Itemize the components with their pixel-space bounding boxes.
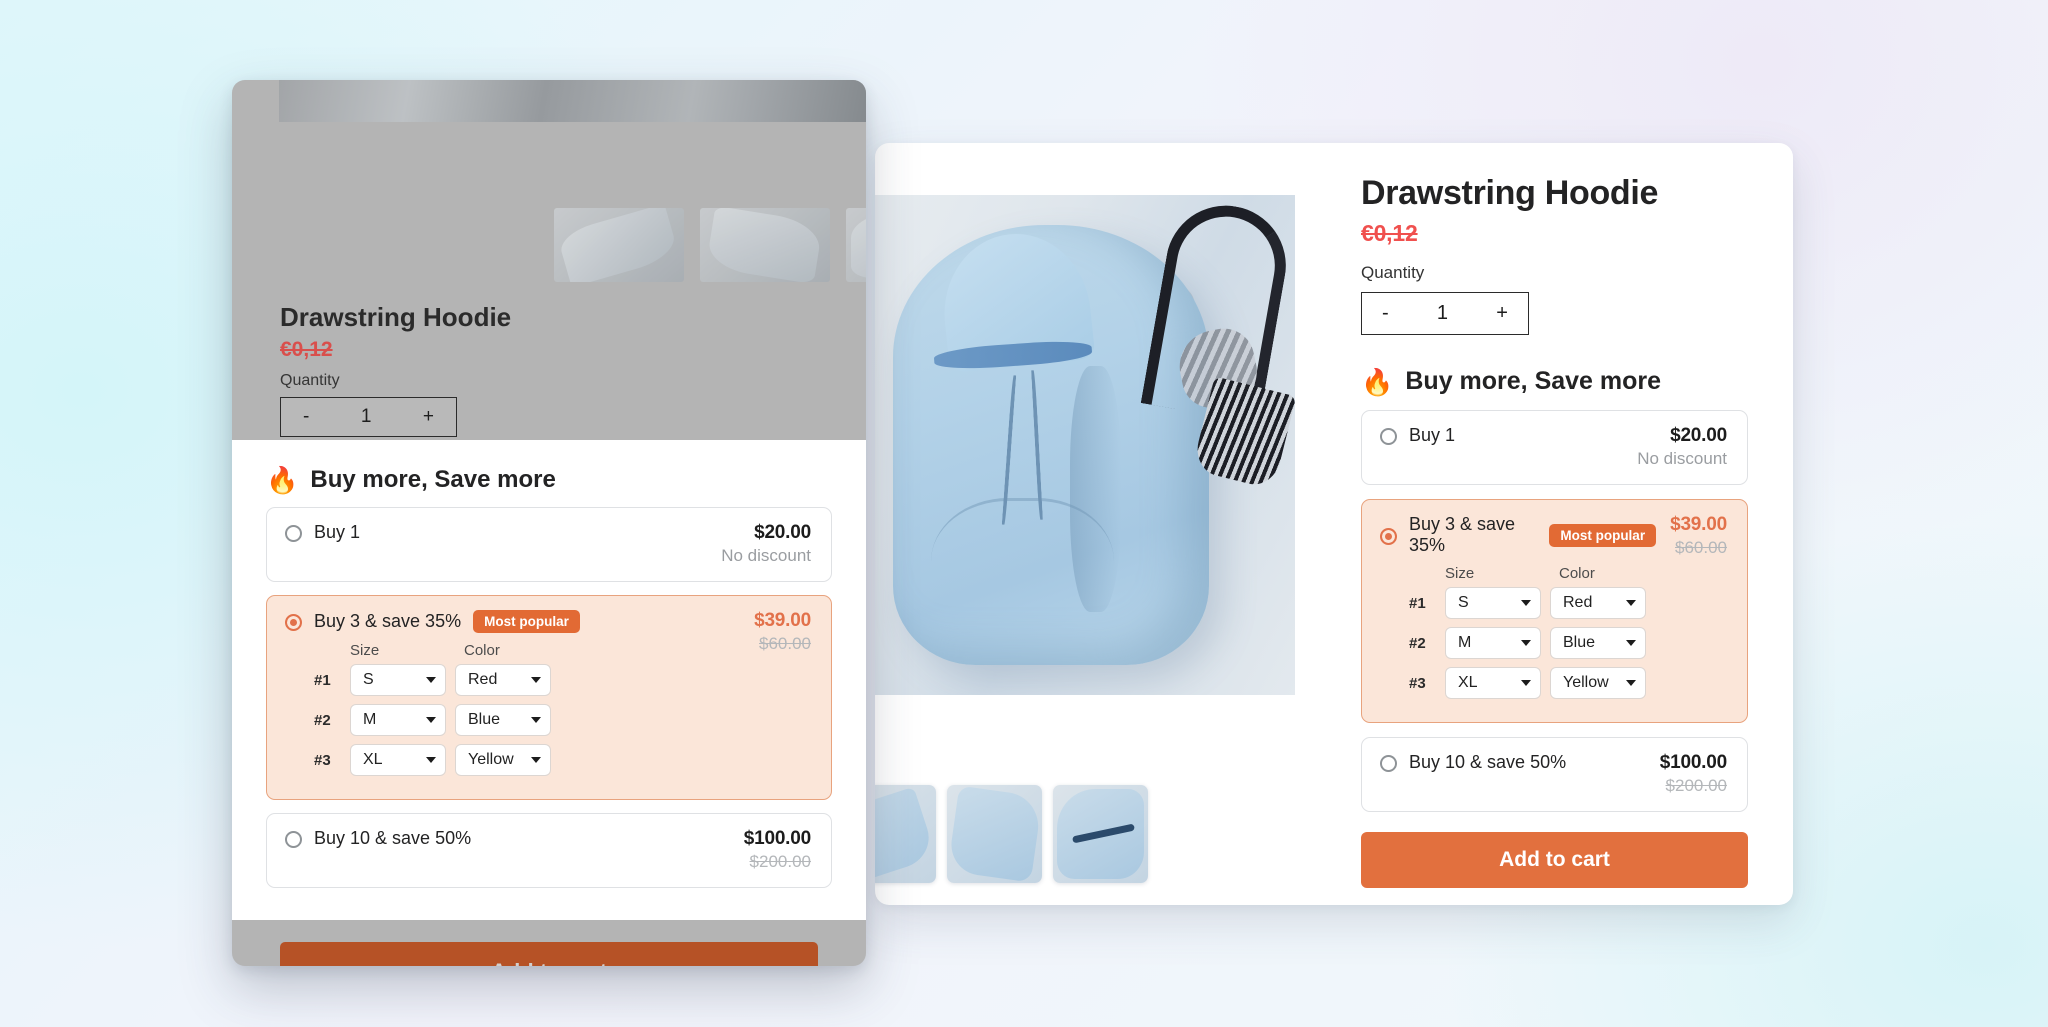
status-badge: Most popular bbox=[1549, 523, 1657, 547]
offer-tier-old-price: $200.00 bbox=[1665, 776, 1727, 795]
offer-tier-label: Buy 3 & save 35% bbox=[1409, 514, 1516, 555]
variant-row: #3 XL Yellow bbox=[1409, 667, 1656, 699]
variant-grid-header: Size Color bbox=[1409, 565, 1656, 582]
size-select-value: M bbox=[1458, 634, 1472, 651]
variant-row: #2 M Blue bbox=[1409, 627, 1656, 659]
variant-index: #2 bbox=[1409, 634, 1426, 652]
color-select[interactable]: Blue bbox=[1550, 627, 1646, 659]
offer-tier-label: Buy 1 bbox=[1409, 425, 1456, 445]
product-gallery bbox=[875, 143, 1305, 905]
size-select[interactable]: S bbox=[1445, 587, 1541, 619]
product-details-panel: Drawstring Hoodie €0,12 Quantity - 1 + 🔥… bbox=[1305, 143, 1793, 905]
variant-index: #1 bbox=[1409, 594, 1426, 612]
variant-color-header: Color bbox=[1559, 565, 1595, 582]
product-card-left: Drawstring Hoodie €0,12 Quantity - 1 + 🔥… bbox=[232, 80, 866, 966]
variant-selector-grid: Size Color #1 S Red #2 M Blue #3 XL Yell… bbox=[1409, 565, 1656, 707]
product-card-right: Drawstring Hoodie €0,12 Quantity - 1 + 🔥… bbox=[875, 143, 1793, 905]
hoodie-sleeve-shadow bbox=[1070, 365, 1121, 613]
chevron-down-icon bbox=[1626, 640, 1636, 646]
offer-tier-price: $39.00 bbox=[1670, 514, 1727, 535]
size-select[interactable]: M bbox=[1445, 627, 1541, 659]
quantity-label: Quantity bbox=[1361, 263, 1425, 282]
offer-tier-price: $20.00 bbox=[1670, 425, 1727, 446]
flame-icon: 🔥 bbox=[1361, 366, 1394, 397]
radio-icon[interactable] bbox=[1380, 527, 1397, 545]
color-select-value: Yellow bbox=[1563, 674, 1609, 691]
variant-size-header: Size bbox=[1445, 565, 1475, 582]
chevron-down-icon bbox=[1521, 640, 1531, 646]
size-select-value: S bbox=[1458, 594, 1469, 611]
chevron-down-icon bbox=[1626, 600, 1636, 606]
color-select-value: Blue bbox=[1563, 634, 1596, 651]
page-title: Drawstring Hoodie bbox=[1361, 174, 1659, 212]
quantity-stepper[interactable]: - 1 + bbox=[1361, 292, 1529, 335]
chevron-down-icon bbox=[1521, 680, 1531, 686]
offer-tier-label: Buy 10 & save 50% bbox=[1409, 752, 1567, 772]
size-select-value: XL bbox=[1458, 674, 1478, 691]
product-hero-image[interactable] bbox=[875, 195, 1295, 695]
quantity-decrement-button[interactable]: - bbox=[1382, 302, 1389, 325]
color-select-value: Red bbox=[1563, 594, 1593, 611]
variant-index: #3 bbox=[1409, 674, 1426, 692]
offer-tier-buy-1[interactable]: Buy 1 $20.00 No discount bbox=[1361, 410, 1748, 485]
chevron-down-icon bbox=[1626, 680, 1636, 686]
gallery-thumbnails bbox=[875, 785, 1148, 883]
add-to-cart-region: Add to cart bbox=[280, 80, 818, 966]
offer-tier-price: $100.00 bbox=[1659, 752, 1727, 773]
variant-row: #1 S Red bbox=[1409, 587, 1656, 619]
offers-heading-label: Buy more, Save more bbox=[1405, 367, 1662, 395]
offers-heading: 🔥 Buy more, Save more bbox=[1361, 367, 1748, 396]
offer-tier-buy-10[interactable]: Buy 10 & save 50% $100.00 $200.00 bbox=[1361, 737, 1748, 812]
add-to-cart-button[interactable]: Add to cart bbox=[280, 942, 818, 966]
quantity-increment-button[interactable]: + bbox=[1496, 302, 1508, 325]
gallery-thumbnail[interactable] bbox=[875, 785, 936, 883]
gallery-thumbnail[interactable] bbox=[1053, 785, 1148, 883]
gallery-thumbnail[interactable] bbox=[846, 208, 866, 282]
chevron-down-icon bbox=[1521, 600, 1531, 606]
add-to-cart-button[interactable]: Add to cart bbox=[1361, 832, 1748, 888]
offer-tier-subtext: No discount bbox=[1637, 449, 1727, 468]
quantity-value: 1 bbox=[1436, 302, 1449, 324]
offer-tier-old-price: $60.00 bbox=[1675, 538, 1727, 557]
radio-icon[interactable] bbox=[1380, 755, 1397, 772]
radio-icon[interactable] bbox=[1380, 428, 1397, 445]
size-select[interactable]: XL bbox=[1445, 667, 1541, 699]
color-select[interactable]: Red bbox=[1550, 587, 1646, 619]
offer-tier-buy-3[interactable]: Buy 3 & save 35% Most popular Size Color… bbox=[1361, 499, 1748, 723]
product-price: €0,12 bbox=[1361, 220, 1418, 246]
color-select[interactable]: Yellow bbox=[1550, 667, 1646, 699]
gallery-thumbnail[interactable] bbox=[947, 785, 1042, 883]
